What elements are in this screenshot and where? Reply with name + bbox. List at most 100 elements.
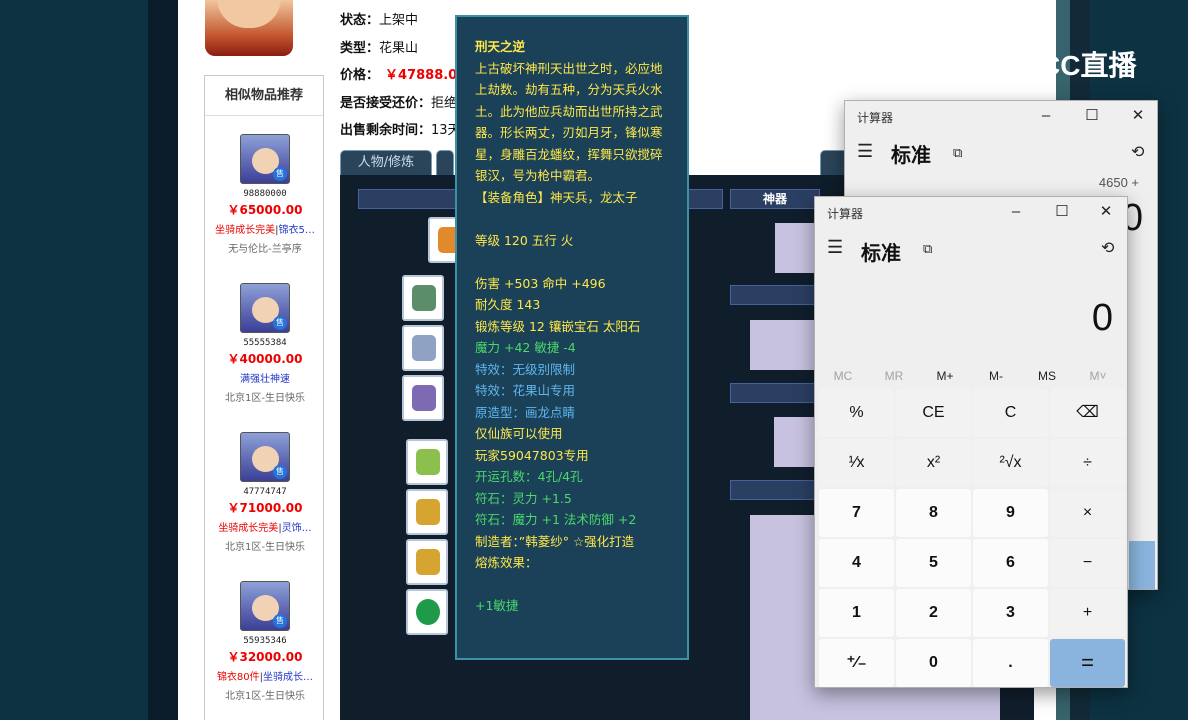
equip-slot-leaf[interactable] (406, 439, 448, 485)
memory-button: MR (884, 369, 904, 383)
window-title: 计算器 (827, 207, 864, 221)
eight-button[interactable]: 8 (896, 489, 971, 537)
equip-slot-mount-item[interactable] (406, 489, 448, 535)
tooltip-line: 等级 120 五行 火 (475, 232, 574, 248)
subtract-button[interactable]: − (1050, 539, 1125, 587)
item-avatar[interactable]: 售 (240, 283, 290, 333)
item-desc-highlight[interactable]: 锦衣80件 (217, 672, 260, 683)
item-price: ￥40000.00 (227, 352, 303, 366)
two-button[interactable]: 2 (896, 589, 971, 637)
tooltip-line: 玩家59047803专用 (475, 447, 589, 463)
zero-button[interactable]: 0 (896, 639, 971, 687)
nine-button[interactable]: 9 (973, 489, 1048, 537)
equals-button[interactable]: = (1050, 639, 1125, 687)
maximize-button[interactable]: ☐ (1051, 201, 1073, 223)
divide-button[interactable]: ÷ (1050, 439, 1125, 487)
five-button[interactable]: 5 (896, 539, 971, 587)
equip-slot-armor[interactable] (402, 375, 444, 421)
equip-slot-weapon[interactable] (402, 325, 444, 371)
item-desc-link[interactable]: 坐骑成长… (263, 672, 313, 683)
item-desc-link[interactable]: 满强壮神速 (240, 374, 290, 385)
multiply-button[interactable]: × (1050, 489, 1125, 537)
item-price: ￥71000.00 (227, 501, 303, 515)
seller-avatar (205, 0, 293, 56)
square-root-button[interactable]: ²√x (973, 439, 1048, 487)
item-desc-link[interactable]: 灵饰… (282, 523, 312, 534)
clear-button[interactable]: C (973, 389, 1048, 437)
keep-on-top-icon[interactable]: ⧉ (923, 241, 932, 257)
tooltip-line: +1敏捷 (475, 598, 519, 613)
close-button[interactable]: ✕ (1127, 105, 1149, 127)
memory-button[interactable]: MS (1027, 369, 1067, 383)
tooltip-line: 特效：花果山专用 (475, 383, 576, 398)
item-price: ￥32000.00 (227, 650, 303, 664)
sidebar-title: 相似物品推荐 (205, 76, 323, 116)
decimal-button[interactable]: . (973, 639, 1048, 687)
recommended-item[interactable]: 售 98880000 ￥65000.00 坐骑成长完美|锦衣5… 无与伦比-兰亭序 (205, 134, 325, 255)
memory-button: MC (833, 369, 853, 383)
artifact-section-label: 神器 (730, 189, 820, 209)
item-id: 55555384 (243, 338, 287, 348)
tab-hidden[interactable] (436, 150, 454, 176)
mode-title: 标准 (891, 145, 931, 167)
item-avatar[interactable]: 售 (240, 134, 290, 184)
three-button[interactable]: 3 (973, 589, 1048, 637)
title-bar: 计算器 – ☐ ✕ (815, 197, 1127, 227)
memory-button[interactable]: M+ (925, 369, 965, 383)
six-button[interactable]: 6 (973, 539, 1048, 587)
section-bar (358, 189, 456, 209)
item-price: ￥65000.00 (227, 203, 303, 217)
tooltip-line: 耐久度 143 (475, 297, 541, 312)
close-button[interactable]: ✕ (1095, 201, 1117, 223)
percent-button[interactable]: % (819, 389, 894, 437)
four-button[interactable]: 4 (819, 539, 894, 587)
add-button[interactable]: + (1050, 589, 1125, 637)
item-desc-link[interactable]: 锦衣5… (279, 225, 315, 236)
similar-items-sidebar: 相似物品推荐 售 98880000 ￥65000.00 坐骑成长完美|锦衣5… 无与伦比… (204, 75, 324, 720)
clear-entry-button[interactable]: CE (896, 389, 971, 437)
item-avatar[interactable]: 售 (240, 581, 290, 631)
recommended-item[interactable]: 售 55935346 ￥32000.00 锦衣80件|坐骑成长… 北京1区-生日快乐 (205, 581, 325, 702)
one-button[interactable]: 1 (819, 589, 894, 637)
price-label: 价格： (340, 68, 380, 83)
type-value: 花果山 (379, 41, 419, 56)
menu-icon[interactable]: ☰ (827, 237, 843, 258)
type-row: 类型：花果山 (340, 37, 418, 56)
history-icon[interactable]: ⟲ (1101, 238, 1114, 258)
status-row: 状态：上架中 (340, 9, 418, 28)
menu-icon[interactable]: ☰ (857, 141, 873, 162)
equals-button[interactable] (1129, 541, 1155, 589)
tooltip-line: 开运孔数：4孔/4孔 (475, 469, 583, 484)
item-avatar[interactable]: 售 (240, 432, 290, 482)
equip-slot-bracelet[interactable] (406, 589, 448, 635)
tab-character[interactable]: 人物/修炼 (340, 150, 432, 176)
item-server: 北京1区-生日快乐 (225, 542, 305, 553)
tooltip-line (475, 574, 670, 596)
tooltip-line: 魔力 +42 敏捷 -4 (475, 340, 576, 355)
maximize-button[interactable]: ☐ (1081, 105, 1103, 127)
history-icon[interactable]: ⟲ (1131, 142, 1144, 162)
backspace-button[interactable]: ⌫ (1050, 389, 1125, 437)
tooltip-line (475, 251, 670, 273)
item-desc-highlight[interactable]: 坐骑成长完美 (215, 225, 275, 236)
recommended-item[interactable]: 售 47774747 ￥71000.00 坐骑成长完美|灵饰… 北京1区-生日快乐 (205, 432, 325, 553)
memory-button: M˅ (1089, 369, 1107, 383)
recommended-item[interactable]: 售 55555384 ￥40000.00 满强壮神速 北京1区-生日快乐 (205, 283, 325, 404)
calculator-window: 计算器 – ☐ ✕ ☰ 标准 ⧉ ⟲ 0 MC MR M+ M- MS M˅ % CE C ⌫ ¹… (814, 196, 1128, 688)
remaining-time-label: 出售剩余时间： (340, 123, 432, 138)
square-button[interactable]: x² (896, 439, 971, 487)
equip-slot-mount-item[interactable] (406, 539, 448, 585)
reciprocal-button[interactable]: ¹⁄x (819, 439, 894, 487)
minimize-button[interactable]: – (1035, 105, 1057, 127)
tooltip-line: 上古破坏神刑天出世之时，必应地上劫数。劫有五种，分为天兵火水土。此为他应兵劫而出… (475, 60, 663, 184)
item-desc-highlight[interactable]: 坐骑成长完美 (218, 523, 278, 534)
for-sale-badge: 售 (273, 167, 287, 181)
equip-slot-necklace[interactable] (402, 275, 444, 321)
for-sale-badge: 售 (273, 316, 287, 330)
minimize-button[interactable]: – (1005, 201, 1027, 223)
keep-on-top-icon[interactable]: ⧉ (953, 145, 962, 161)
title-bar: 计算器 – ☐ ✕ (845, 101, 1157, 131)
seven-button[interactable]: 7 (819, 489, 894, 537)
memory-button[interactable]: M- (976, 369, 1016, 383)
negate-button[interactable]: ⁺⁄₋ (819, 639, 894, 687)
